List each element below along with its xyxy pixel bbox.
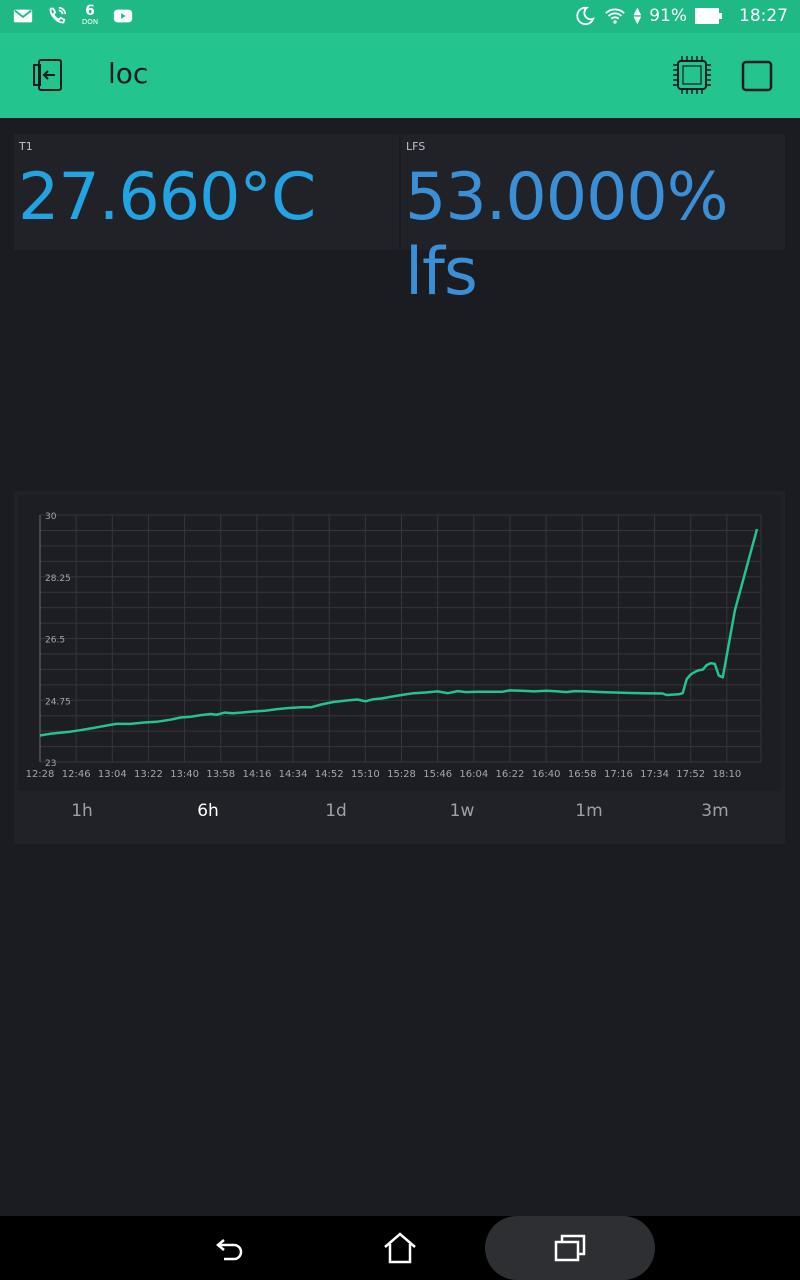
- period-tab-6h[interactable]: 6h: [168, 801, 248, 821]
- y-tick-label: 28.25: [45, 574, 71, 584]
- y-tick-label: 24.75: [45, 697, 71, 707]
- mail-icon: [13, 9, 33, 23]
- x-tick-label: 12:46: [62, 769, 91, 780]
- period-tab-1m[interactable]: 1m: [549, 801, 629, 821]
- x-tick-label: 15:46: [423, 769, 452, 780]
- calendar-day: 6: [85, 3, 95, 19]
- battery-icon: [695, 8, 722, 24]
- calendar-label: DON: [81, 18, 99, 26]
- nav-recents-icon[interactable]: [552, 1230, 588, 1266]
- x-tick-label: 15:10: [351, 769, 380, 780]
- nav-bar: [0, 1216, 800, 1280]
- x-tick-label: 17:52: [676, 769, 705, 780]
- back-icon[interactable]: [30, 57, 66, 93]
- x-tick-label: 18:10: [712, 769, 741, 780]
- history-graph-widget[interactable]: 12:28 12:46 13:04 13:22 13:40 13:58 14:16 14:34…: [14, 491, 785, 844]
- widget-value: 27.660°C: [18, 160, 316, 235]
- x-tick-label: 13:58: [206, 769, 235, 780]
- x-tick-label: 15:28: [387, 769, 416, 780]
- x-tick-label: 16:40: [532, 769, 561, 780]
- clock: 18:27: [739, 6, 788, 26]
- widget-label: LFS: [406, 140, 426, 153]
- period-tab-1h[interactable]: 1h: [42, 801, 122, 821]
- battery-percent: 91%: [649, 6, 687, 26]
- period-selector: 1h 6h 1d 1w 1m 3m: [14, 791, 785, 837]
- period-tab-1d[interactable]: 1d: [296, 801, 376, 821]
- status-bar: 6 DON ▲ ▼ 91% 18:27: [0, 0, 800, 33]
- widget-value: 53.0000% lfs: [405, 160, 729, 310]
- period-tab-1w[interactable]: 1w: [422, 801, 502, 821]
- nav-back-icon[interactable]: [212, 1230, 248, 1266]
- value-widget-t1[interactable]: T1 27.660°C: [14, 134, 399, 250]
- x-tick-label: 16:22: [496, 769, 525, 780]
- x-tick-label: 14:52: [315, 769, 344, 780]
- wifi-icon: [604, 8, 625, 24]
- x-tick-label: 17:34: [640, 769, 669, 780]
- stop-icon[interactable]: [740, 59, 774, 93]
- phone-wifi-icon: [49, 6, 67, 24]
- chip-icon[interactable]: [670, 53, 714, 97]
- widget-label: T1: [19, 140, 33, 153]
- x-tick-label: 14:16: [242, 769, 271, 780]
- x-tick-label: 13:22: [134, 769, 163, 780]
- period-tab-3m[interactable]: 3m: [675, 801, 755, 821]
- x-tick-label: 14:34: [279, 769, 308, 780]
- youtube-icon: [113, 9, 133, 23]
- app-bar: loc: [0, 33, 800, 118]
- value-widget-lfs[interactable]: LFS 53.0000% lfs: [401, 134, 785, 310]
- project-title: loc: [108, 57, 149, 90]
- y-tick-label: 26.5: [45, 636, 65, 646]
- calendar-icon: 6 DON: [80, 3, 100, 27]
- data-arrows-icon: ▲ ▼: [633, 6, 642, 26]
- x-tick-label: 16:58: [568, 769, 597, 780]
- x-tick-label: 13:40: [170, 769, 199, 780]
- moon-icon: [575, 6, 595, 26]
- y-tick-label: 30: [45, 512, 57, 522]
- x-tick-label: 17:16: [604, 769, 633, 780]
- x-tick-label: 12:28: [26, 769, 55, 780]
- x-tick-label: 13:04: [98, 769, 127, 780]
- x-tick-label: 16:04: [459, 769, 488, 780]
- nav-home-icon[interactable]: [382, 1230, 418, 1266]
- y-tick-label: 23: [45, 759, 56, 769]
- history-chart[interactable]: 12:28 12:46 13:04 13:22 13:40 13:58 14:16 14:34…: [14, 491, 785, 791]
